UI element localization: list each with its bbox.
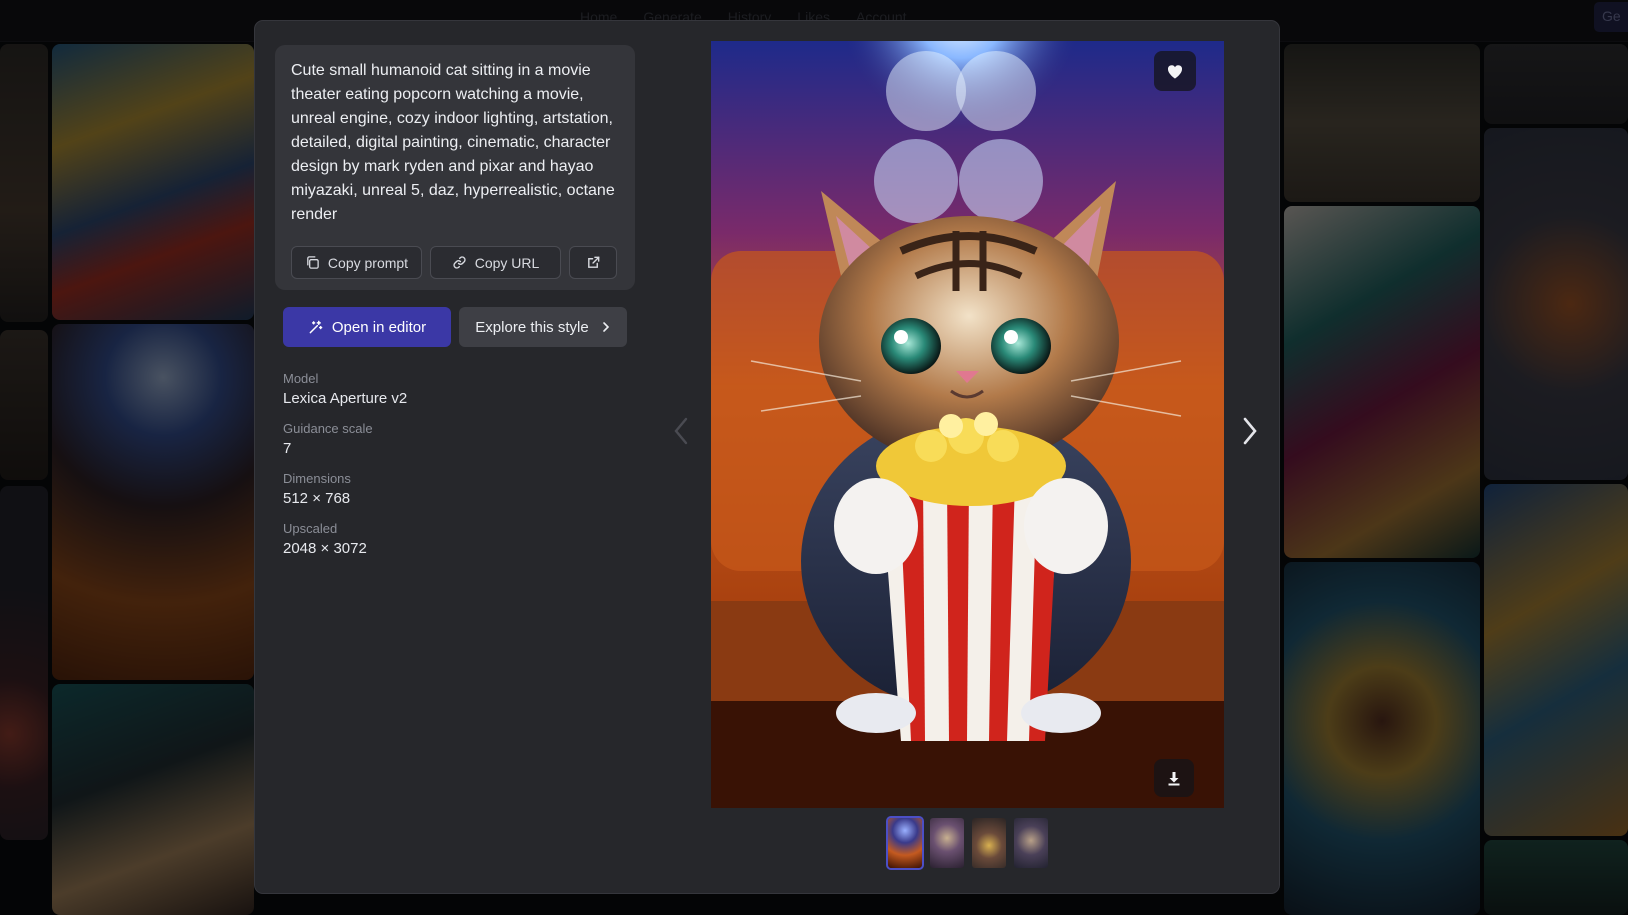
link-icon: [453, 256, 466, 269]
image-detail-modal: Cute small humanoid cat sitting in a mov…: [254, 20, 1280, 894]
open-external-button[interactable]: [569, 246, 617, 279]
gallery-tile[interactable]: [1284, 44, 1480, 202]
meta-value: 7: [283, 440, 292, 457]
meta-label: Guidance scale: [283, 421, 373, 436]
thumbnail-2[interactable]: [930, 818, 964, 868]
gallery-tile[interactable]: [0, 330, 48, 480]
get-started-button[interactable]: Ge: [1594, 2, 1628, 32]
image-metadata: Model Lexica Aperture v2 Guidance scale …: [283, 371, 407, 571]
chevron-left-icon: [674, 417, 688, 445]
magic-wand-icon: [309, 320, 323, 333]
meta-guidance-scale: Guidance scale 7: [283, 421, 407, 459]
meta-dimensions: Dimensions 512 × 768: [283, 471, 407, 509]
next-image-button[interactable]: [1237, 411, 1263, 451]
heart-icon: [1167, 64, 1183, 78]
primary-actions: Open in editor Explore this style: [283, 307, 627, 347]
thumbnail-1[interactable]: [886, 816, 924, 870]
download-icon: [1168, 771, 1180, 785]
copy-url-button[interactable]: Copy URL: [430, 246, 561, 279]
thumbnail-4[interactable]: [1014, 818, 1048, 868]
main-image: [711, 41, 1224, 808]
gallery-tile[interactable]: [0, 486, 48, 840]
meta-value: 2048 × 3072: [283, 540, 367, 557]
download-button[interactable]: [1154, 759, 1194, 797]
prompt-card: Cute small humanoid cat sitting in a mov…: [275, 45, 635, 290]
gallery-tile[interactable]: [52, 324, 254, 680]
cat-popcorn-artwork: [711, 41, 1224, 808]
prompt-text: Cute small humanoid cat sitting in a mov…: [291, 62, 615, 223]
explore-style-label: Explore this style: [475, 318, 589, 336]
thumbnail-3[interactable]: [972, 818, 1006, 868]
meta-value: 512 × 768: [283, 490, 351, 507]
chevron-right-icon: [1243, 417, 1257, 445]
gallery-tile[interactable]: [0, 44, 48, 322]
copy-prompt-button[interactable]: Copy prompt: [291, 246, 422, 279]
copy-url-label: Copy URL: [474, 254, 540, 271]
prompt-actions: Copy prompt Copy URL: [291, 246, 617, 279]
meta-label: Dimensions: [283, 471, 351, 486]
gallery-tile[interactable]: [1284, 206, 1480, 558]
gallery-tile[interactable]: [1484, 44, 1628, 124]
external-link-icon: [587, 256, 599, 268]
previous-image-button[interactable]: [668, 411, 694, 451]
meta-value: Lexica Aperture v2: [283, 390, 408, 407]
chevron-right-icon: [602, 322, 609, 332]
meta-upscaled: Upscaled 2048 × 3072: [283, 521, 407, 559]
copy-prompt-label: Copy prompt: [327, 254, 409, 271]
copy-icon: [307, 256, 319, 269]
gallery-tile[interactable]: [52, 44, 254, 320]
gallery-tile[interactable]: [1484, 484, 1628, 836]
like-button[interactable]: [1154, 51, 1196, 91]
meta-label: Model: [283, 371, 319, 386]
open-in-editor-label: Open in editor: [331, 318, 427, 336]
meta-model: Model Lexica Aperture v2: [283, 371, 407, 409]
explore-style-button[interactable]: Explore this style: [459, 307, 627, 347]
gallery-tile[interactable]: [1484, 840, 1628, 915]
gallery-tile[interactable]: [52, 684, 254, 915]
meta-label: Upscaled: [283, 521, 338, 536]
gallery-tile[interactable]: [1284, 562, 1480, 915]
gallery-tile[interactable]: [1484, 128, 1628, 480]
open-in-editor-button[interactable]: Open in editor: [283, 307, 451, 347]
thumbnail-strip: [886, 816, 1048, 870]
